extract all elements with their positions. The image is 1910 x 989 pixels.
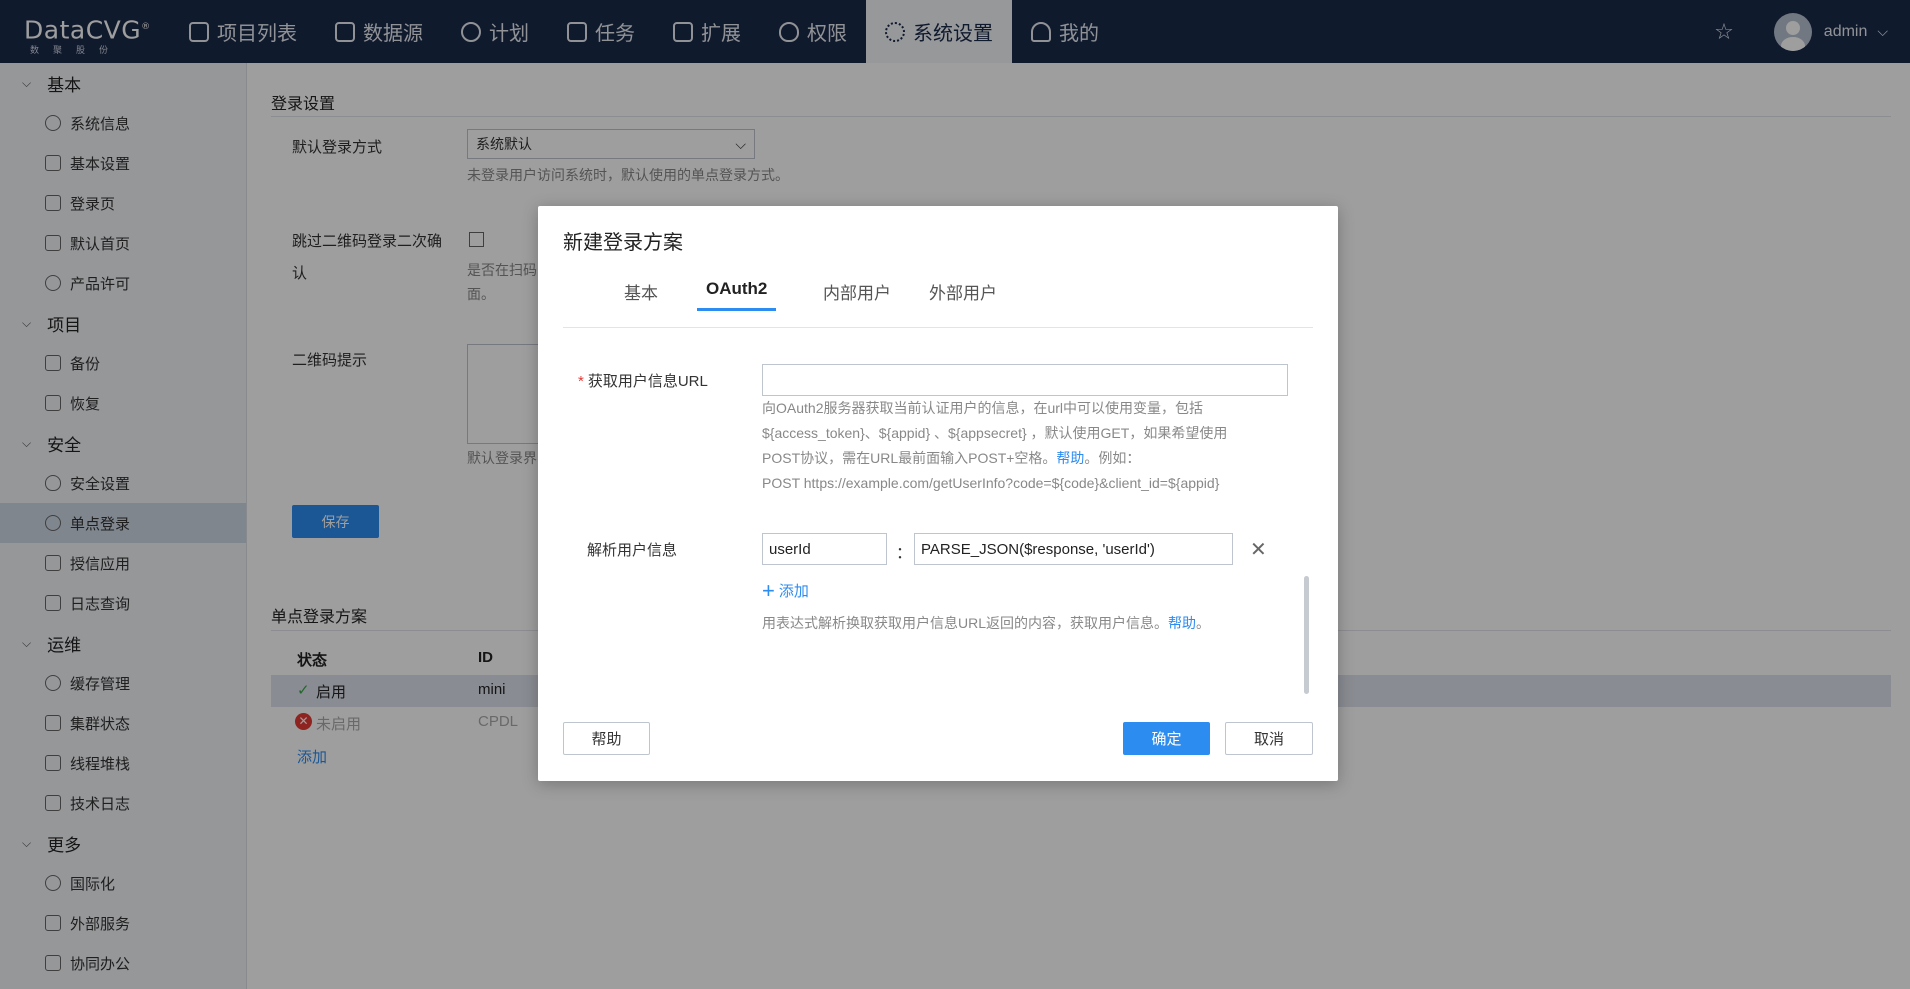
- userinfo-url-label: * 获取用户信息URL: [578, 370, 708, 391]
- hint-text: POST协议，需在URL最前面输入POST+空格。: [762, 450, 1057, 466]
- hint-line: POST协议，需在URL最前面输入POST+空格。帮助。例如：: [762, 446, 1292, 471]
- userinfo-url-label-text: 获取用户信息URL: [587, 373, 708, 390]
- plus-icon: +: [762, 577, 775, 603]
- hint-line: 向OAuth2服务器获取当前认证用户的信息，在url中可以使用变量，包括: [762, 400, 1204, 416]
- new-login-scheme-dialog: 新建登录方案 基本 OAuth2 内部用户 外部用户 * 获取用户信息URL 向O…: [538, 206, 1338, 781]
- tab-basic[interactable]: 基本: [624, 279, 658, 316]
- help-button[interactable]: 帮助: [563, 722, 650, 755]
- close-icon[interactable]: ✕: [1250, 537, 1267, 562]
- required-mark: *: [578, 373, 584, 390]
- hint-line: ${access_token}、${appid} 、${appsecret} ，…: [762, 425, 1228, 441]
- tab-external-users[interactable]: 外部用户: [929, 279, 997, 316]
- tab-oauth2[interactable]: OAuth2: [697, 279, 777, 311]
- ok-button[interactable]: 确定: [1123, 722, 1210, 755]
- hint-line: POST https://example.com/getUserInfo?cod…: [762, 475, 1220, 491]
- key-value-separator: ：: [896, 545, 913, 562]
- dialog-title: 新建登录方案: [563, 232, 683, 254]
- parse-userinfo-label: 解析用户信息: [587, 542, 678, 559]
- hint-text: 。: [1196, 615, 1211, 631]
- dialog-tabs: 基本 OAuth2 内部用户 外部用户: [563, 264, 1313, 328]
- tab-internal-users[interactable]: 内部用户: [823, 279, 891, 316]
- add-mapping-label: 添加: [778, 583, 809, 600]
- cancel-button[interactable]: 取消: [1225, 722, 1313, 755]
- dialog-scrollbar[interactable]: [1304, 576, 1309, 694]
- userinfo-url-input[interactable]: [762, 364, 1288, 396]
- hint-text: 。例如：: [1084, 450, 1141, 466]
- help-link[interactable]: 帮助: [1056, 450, 1084, 466]
- userinfo-url-hint: 向OAuth2服务器获取当前认证用户的信息，在url中可以使用变量，包括 ${a…: [762, 396, 1292, 496]
- userinfo-expression-input[interactable]: PARSE_JSON($response, 'userId'): [914, 533, 1233, 565]
- add-mapping-button[interactable]: + 添加: [762, 577, 809, 603]
- parse-userinfo-hint: 用表达式解析换取获取用户信息URL返回的内容，获取用户信息。帮助。: [762, 611, 1210, 636]
- userinfo-key-input[interactable]: userId: [762, 533, 887, 565]
- help-link[interactable]: 帮助: [1168, 615, 1196, 631]
- hint-text: 用表达式解析换取获取用户信息URL返回的内容，获取用户信息。: [762, 615, 1169, 631]
